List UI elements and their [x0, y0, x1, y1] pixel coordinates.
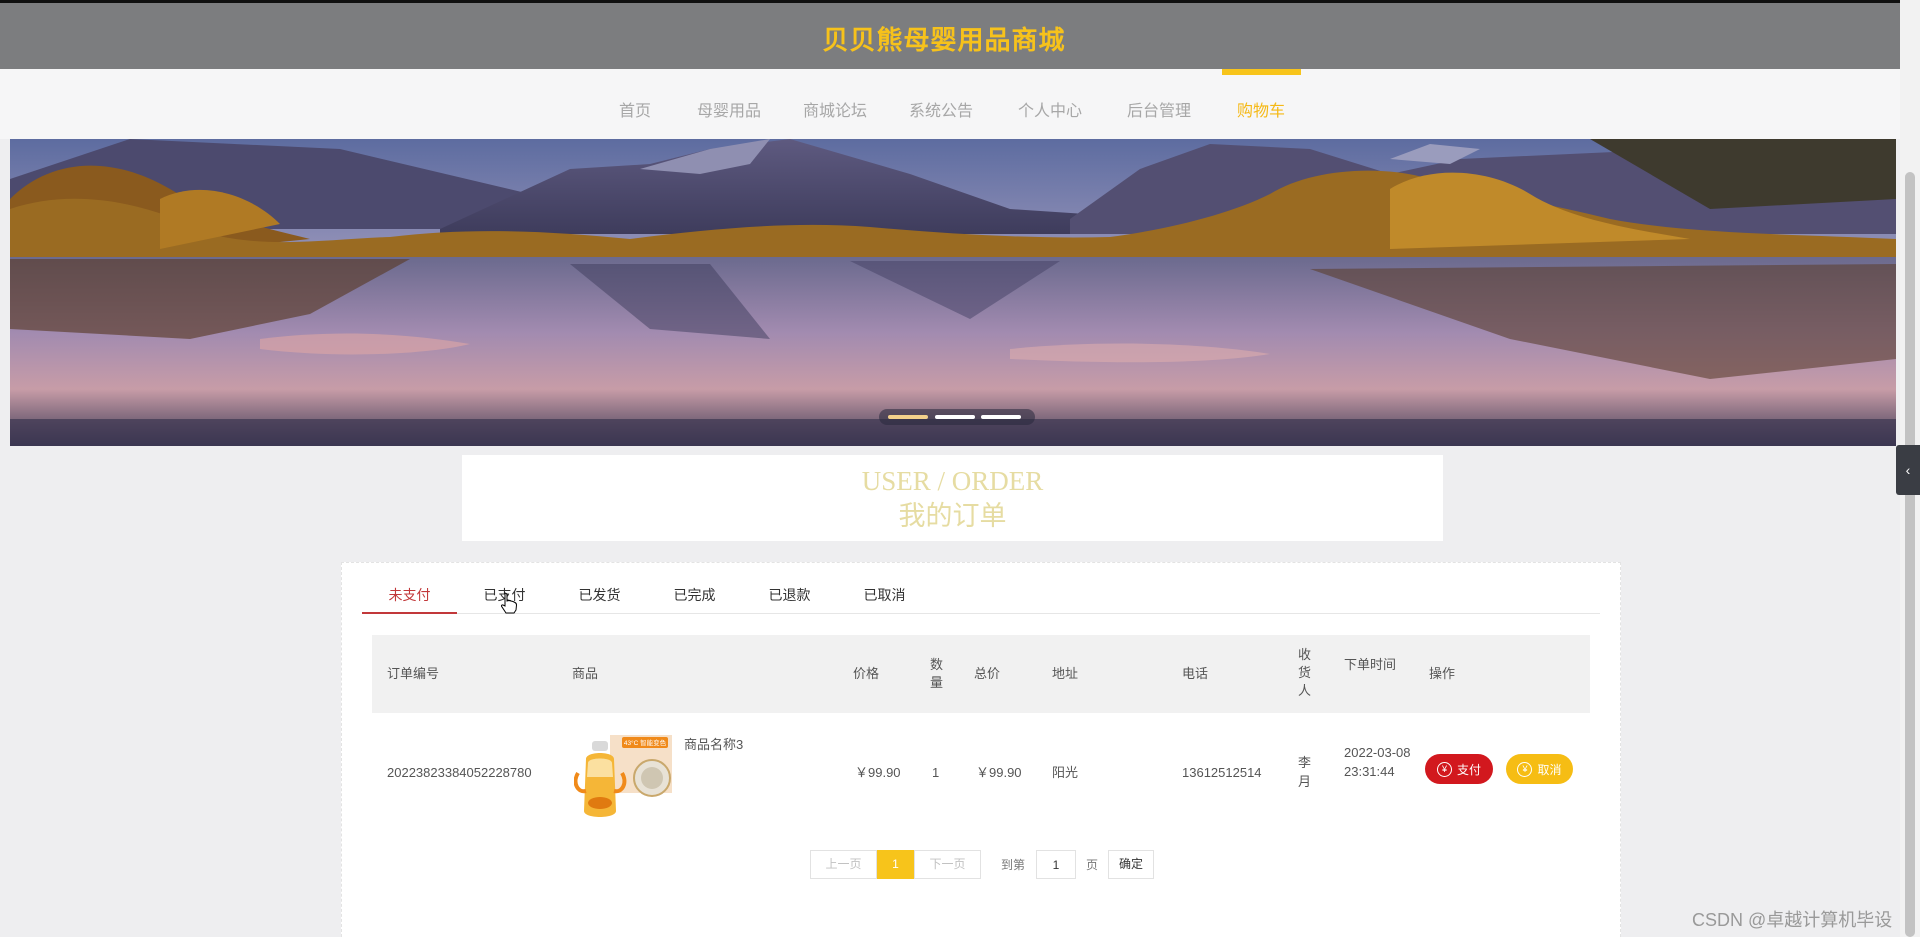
nav-item-announcements[interactable]: 系统公告 [909, 97, 973, 121]
orders-card: 未支付 已支付 已发货 已完成 已退款 已取消 订单编号 商品 价格 数量 总价… [341, 562, 1621, 937]
yen-icon: ¥ [1517, 761, 1533, 777]
cell-price: ￥99.90 [855, 765, 901, 780]
yen-icon: ¥ [1436, 761, 1452, 777]
cancel-button-label: 取消 [1537, 762, 1562, 777]
tab-refunded[interactable]: 已退款 [742, 575, 837, 614]
tab-unpaid[interactable]: 未支付 [362, 575, 457, 614]
cell-product-name[interactable]: 商品名称3 [684, 735, 743, 754]
carousel-dot-1[interactable] [888, 415, 928, 419]
goto-confirm-button[interactable]: 确定 [1108, 850, 1154, 879]
chevron-left-icon[interactable]: ‹ [1896, 445, 1920, 495]
cell-order-no: 20223823384052228780 [387, 765, 532, 780]
carousel-dot-2[interactable] [935, 415, 975, 419]
th-actions: 操作 [1429, 666, 1456, 681]
nav-item-forum[interactable]: 商城论坛 [803, 97, 867, 121]
nav-item-home[interactable]: 首页 [619, 97, 651, 121]
pay-button-label: 支付 [1456, 762, 1481, 777]
carousel-dot-3[interactable] [981, 415, 1021, 419]
nav-item-admin[interactable]: 后台管理 [1127, 97, 1191, 121]
cell-address: 阳光 [1052, 765, 1079, 780]
prev-page-button[interactable]: 上一页 [810, 850, 877, 879]
section-title-en: USER / ORDER [861, 466, 1044, 496]
goto-page-input[interactable] [1036, 850, 1076, 879]
th-price: 价格 [853, 666, 880, 681]
cell-phone: 13612512514 [1182, 765, 1262, 780]
cell-receiver: 李月 [1298, 755, 1312, 789]
tab-cancelled[interactable]: 已取消 [837, 575, 932, 614]
section-title-box: USER / ORDER 我的订单 [462, 455, 1443, 541]
carousel-indicators [879, 409, 1035, 425]
tab-shipped[interactable]: 已发货 [552, 575, 647, 614]
scrollbar-thumb[interactable] [1905, 172, 1915, 937]
banner-carousel[interactable] [10, 139, 1896, 446]
th-receiver: 收货人 [1298, 647, 1312, 698]
th-address: 地址 [1052, 666, 1079, 681]
th-order-time: 下单时间 [1344, 657, 1397, 672]
th-order-no: 订单编号 [387, 666, 440, 681]
cancel-order-button[interactable]: ¥ 取消 [1506, 754, 1573, 784]
nav-list: 首页 母婴用品 商城论坛 系统公告 个人中心 后台管理 购物车 [0, 69, 1900, 139]
banner-landscape-image [10, 139, 1896, 446]
table-header: 订单编号 商品 价格 数量 总价 地址 电话 收货人 下单时间 操作 [372, 635, 1590, 713]
product-image-badge: 43°C 智能变色 [624, 738, 667, 747]
main-nav: 首页 母婴用品 商城论坛 系统公告 个人中心 后台管理 购物车 [0, 69, 1900, 139]
nav-item-user-center[interactable]: 个人中心 [1018, 97, 1082, 121]
site-title: 贝贝熊母婴用品商城 [822, 25, 1066, 55]
hand-cursor-icon [500, 592, 518, 614]
cell-qty: 1 [932, 765, 940, 780]
tab-completed[interactable]: 已完成 [647, 575, 742, 614]
th-product: 商品 [572, 666, 599, 681]
product-thumbnail[interactable]: 43°C 智能变色 [573, 733, 674, 821]
pay-button[interactable]: ¥ 支付 [1425, 754, 1493, 784]
section-title-cn: 我的订单 [898, 501, 1007, 531]
next-page-button[interactable]: 下一页 [914, 850, 981, 879]
cell-total: ￥99.90 [976, 765, 1022, 780]
th-phone: 电话 [1182, 666, 1209, 681]
order-status-tabs: 未支付 已支付 已发货 已完成 已退款 已取消 [362, 575, 1600, 614]
cell-order-time: 2022-03-08 23:31:44 [1344, 745, 1411, 779]
th-qty: 数量 [930, 657, 944, 690]
th-total: 总价 [974, 666, 1001, 681]
nav-item-baby-products[interactable]: 母婴用品 [697, 97, 761, 121]
watermark: CSDN @卓越计算机毕设 [1692, 910, 1893, 930]
top-header: 贝贝熊母婴用品商城 [0, 0, 1900, 69]
nav-item-cart[interactable]: 购物车 [1237, 97, 1285, 121]
current-page[interactable]: 1 [877, 850, 914, 879]
page-suffix: 页 [1086, 858, 1099, 872]
goto-label: 到第 [1001, 858, 1026, 872]
